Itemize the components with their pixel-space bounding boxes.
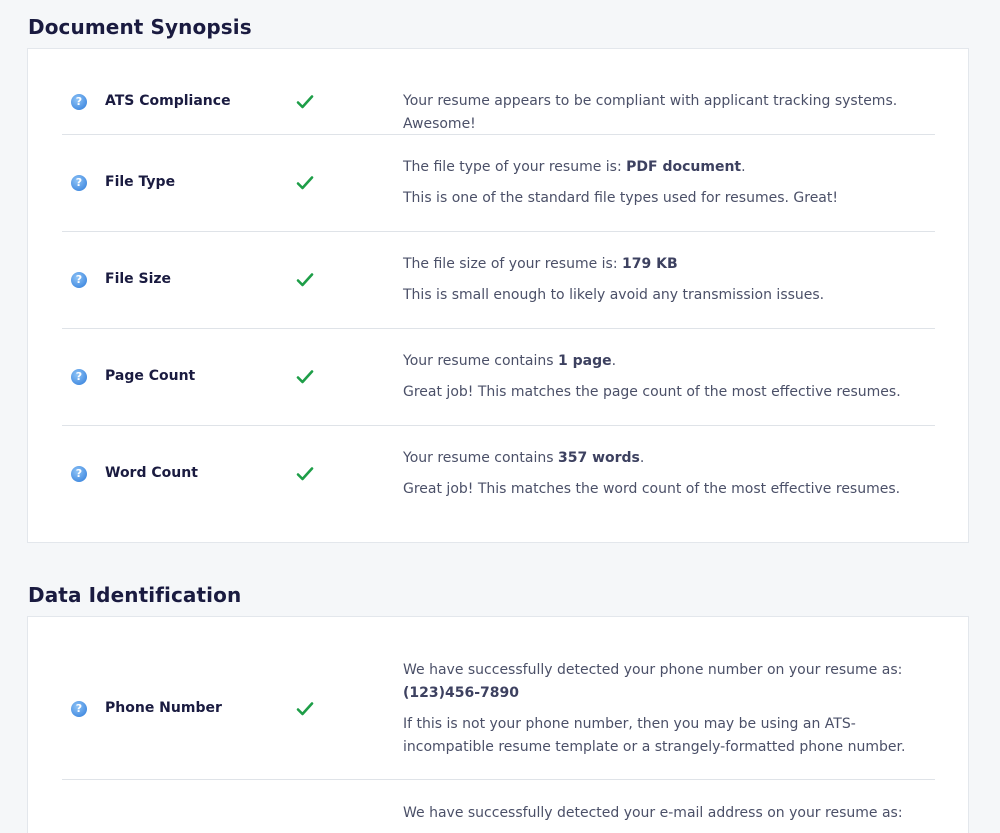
description-line: Your resume appears to be compliant with… — [403, 93, 898, 132]
check-icon — [296, 176, 314, 190]
question-circle-icon[interactable]: ? — [71, 94, 87, 110]
description-line: We have successfully detected your e-mai… — [403, 805, 903, 821]
file-size-value: 179 KB — [622, 256, 678, 272]
row-label-file-type: File Type — [105, 174, 176, 190]
check-icon — [296, 702, 314, 716]
question-circle-icon[interactable]: ? — [71, 369, 87, 385]
question-circle-icon[interactable]: ? — [71, 272, 87, 288]
synopsis-row-word-count: ? Word Count Your resume contains 357 wo… — [62, 426, 935, 543]
description-line: Your resume contains 1 page. — [403, 353, 617, 369]
synopsis-row-file-type: ? File Type The file type of your resume… — [62, 135, 935, 232]
phone-number-value: (123)456-7890 — [403, 685, 520, 701]
file-type-value: PDF document — [626, 159, 742, 175]
row-label-page-count: Page Count — [105, 368, 196, 384]
synopsis-row-file-size: ? File Size The file size of your resume… — [62, 232, 935, 329]
row-label-word-count: Word Count — [105, 465, 198, 481]
row-description-email: We have successfully detected your e-mai… — [403, 802, 943, 825]
row-description-file-type: The file type of your resume is: PDF doc… — [403, 156, 943, 210]
data-row-phone-number: ? Phone Number We have successfully dete… — [62, 617, 935, 780]
row-description-file-size: The file size of your resume is: 179 KB … — [403, 253, 943, 307]
section-title-document-synopsis: Document Synopsis — [28, 15, 252, 39]
data-row-email: We have successfully detected your e-mai… — [62, 780, 935, 833]
synopsis-row-page-count: ? Page Count Your resume contains 1 page… — [62, 329, 935, 426]
check-icon — [296, 95, 314, 109]
page-count-value: 1 page — [557, 353, 612, 369]
resume-report-page: Document Synopsis ? ATS Compliance Your … — [0, 0, 1000, 833]
data-identification-card: ? Phone Number We have successfully dete… — [27, 616, 969, 833]
row-description-word-count: Your resume contains 357 words. Great jo… — [403, 447, 943, 501]
synopsis-row-ats-compliance: ? ATS Compliance Your resume appears to … — [62, 49, 935, 135]
description-line: Great job! This matches the page count o… — [403, 384, 901, 400]
word-count-value: 357 words — [557, 450, 640, 466]
row-description-phone-number: We have successfully detected your phone… — [403, 659, 943, 759]
document-synopsis-card: ? ATS Compliance Your resume appears to … — [27, 48, 969, 543]
row-description-ats-compliance: Your resume appears to be compliant with… — [403, 90, 943, 136]
check-icon — [296, 370, 314, 384]
description-line: Your resume contains 357 words. — [403, 450, 645, 466]
row-label-ats-compliance: ATS Compliance — [105, 93, 231, 109]
row-label-phone-number: Phone Number — [105, 700, 222, 716]
description-line: If this is not your phone number, then y… — [403, 716, 906, 755]
description-line: The file type of your resume is: PDF doc… — [403, 159, 746, 175]
row-description-page-count: Your resume contains 1 page. Great job! … — [403, 350, 943, 404]
question-circle-icon[interactable]: ? — [71, 701, 87, 717]
question-circle-icon[interactable]: ? — [71, 466, 87, 482]
description-line: Great job! This matches the word count o… — [403, 481, 901, 497]
description-line: This is small enough to likely avoid any… — [403, 287, 825, 303]
description-line: The file size of your resume is: 179 KB — [403, 256, 678, 272]
check-icon — [296, 467, 314, 481]
row-label-file-size: File Size — [105, 271, 172, 287]
description-line: This is one of the standard file types u… — [403, 190, 838, 206]
section-title-data-identification: Data Identification — [28, 583, 242, 607]
description-line: We have successfully detected your phone… — [403, 662, 903, 701]
question-circle-icon[interactable]: ? — [71, 175, 87, 191]
check-icon — [296, 273, 314, 287]
